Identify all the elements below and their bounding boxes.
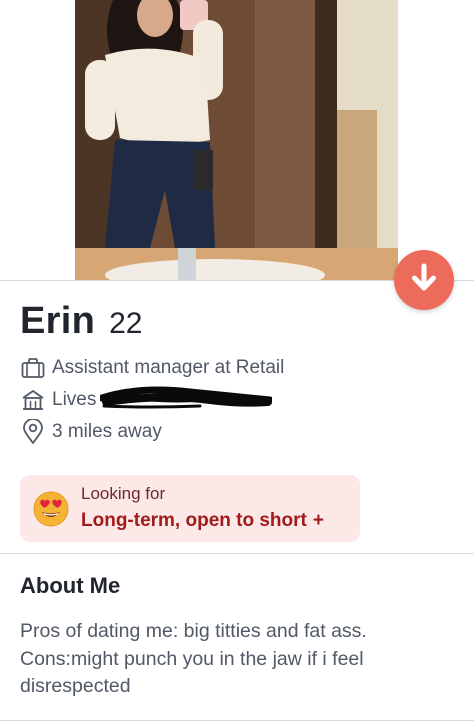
looking-for-value-row: Long-term, open to short + [81, 508, 324, 534]
profile-age: 22 [109, 307, 143, 340]
divider [0, 553, 474, 554]
show-less-button[interactable] [394, 250, 454, 310]
plus-icon: + [312, 510, 324, 531]
distance-row: 3 miles away [20, 418, 162, 446]
looking-for-value: Long-term, open to short [81, 510, 307, 531]
lives-text: Lives [52, 389, 97, 410]
looking-for-card[interactable]: Looking for Long-term, open to short + [20, 475, 360, 542]
distance-text: 3 miles away [52, 421, 162, 442]
location-pin-icon [20, 419, 46, 445]
arrow-down-icon [411, 263, 437, 298]
redaction-scribble [98, 384, 274, 414]
looking-for-label: Looking for [81, 484, 166, 503]
job-text: Assistant manager at Retail [52, 357, 285, 378]
divider [0, 720, 474, 721]
profile-name: Erin [20, 300, 96, 342]
about-me-text: Pros of dating me: big titties and fat a… [20, 620, 367, 697]
about-me-heading: About Me [20, 573, 121, 598]
lives-row: Lives [20, 386, 96, 414]
briefcase-icon [20, 355, 46, 381]
job-row: Assistant manager at Retail [20, 354, 284, 382]
house-icon [20, 387, 46, 413]
heart-eyes-emoji-icon [33, 491, 69, 527]
profile-photo[interactable] [75, 0, 398, 280]
name-age-row: Erin 22 [20, 300, 142, 348]
